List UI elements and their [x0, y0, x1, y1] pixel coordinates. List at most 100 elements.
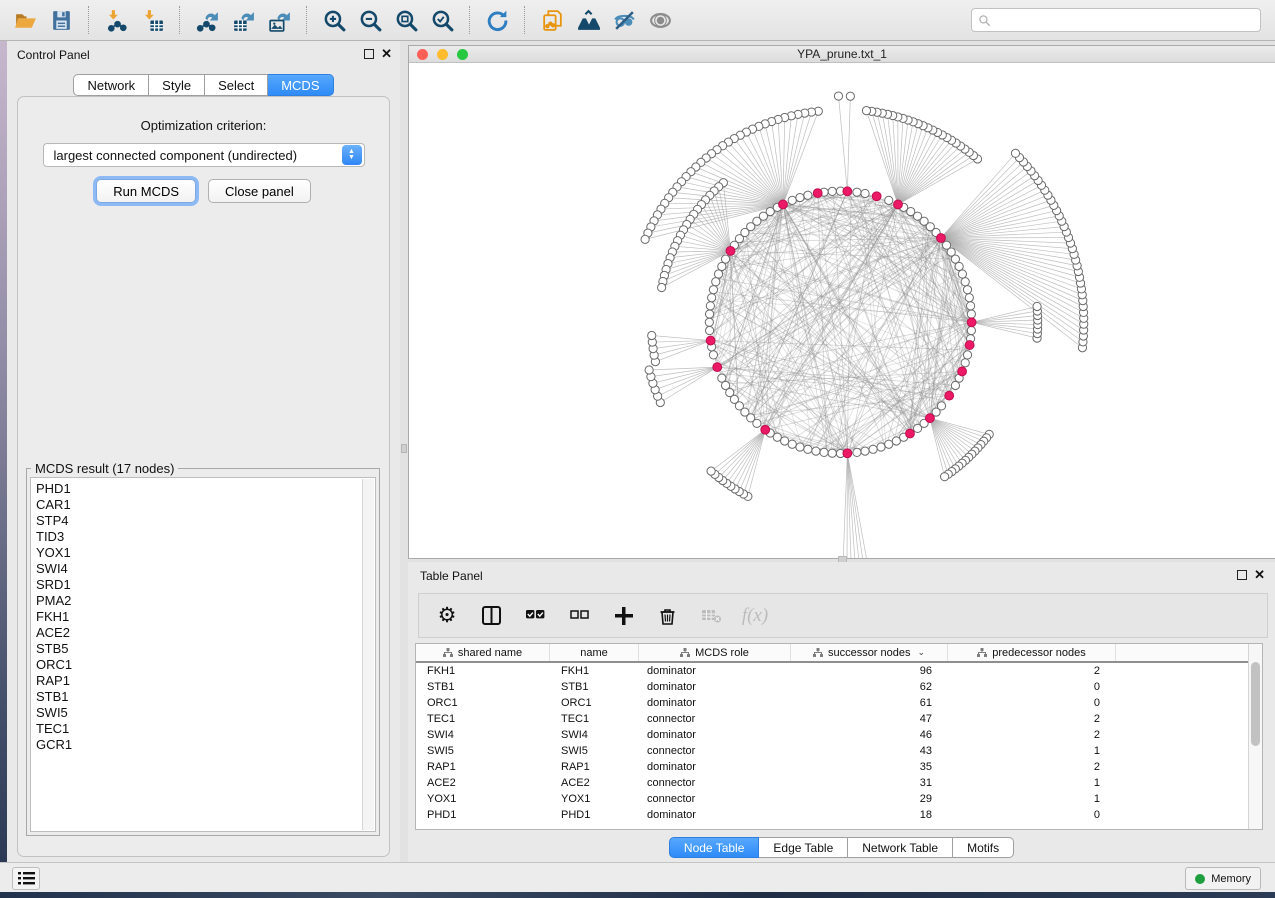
- graph-node[interactable]: [853, 448, 861, 456]
- graph-node[interactable]: [861, 189, 869, 197]
- graph-mcds-node[interactable]: [945, 391, 954, 400]
- export-image-button[interactable]: [264, 5, 294, 35]
- mcds-list-item[interactable]: STB5: [36, 641, 375, 657]
- close-panel-icon[interactable]: ✕: [381, 49, 392, 59]
- graph-node[interactable]: [877, 443, 885, 451]
- table-row[interactable]: RAP1RAP1dominator352: [416, 759, 1262, 775]
- graph-mcds-node[interactable]: [843, 449, 852, 458]
- table-row[interactable]: ORC1ORC1dominator610: [416, 695, 1262, 711]
- graph-node[interactable]: [885, 440, 893, 448]
- mcds-list-item[interactable]: STB1: [36, 689, 375, 705]
- search-field[interactable]: [995, 13, 1254, 27]
- graph-mcds-node[interactable]: [706, 336, 715, 345]
- mcds-list-item[interactable]: CAR1: [36, 497, 375, 513]
- graph-node[interactable]: [804, 191, 812, 199]
- graph-node[interactable]: [709, 286, 717, 294]
- mcds-list-item[interactable]: ACE2: [36, 625, 375, 641]
- graph-node[interactable]: [1033, 302, 1041, 310]
- graph-node[interactable]: [958, 270, 966, 278]
- graph-node[interactable]: [706, 302, 714, 310]
- criterion-select[interactable]: largest connected component (undirected)…: [43, 143, 365, 167]
- list-scrollbar[interactable]: [362, 479, 374, 830]
- mcds-list-item[interactable]: STP4: [36, 513, 375, 529]
- graph-node[interactable]: [788, 196, 796, 204]
- graph-mcds-node[interactable]: [761, 425, 770, 434]
- network-graph[interactable]: [409, 63, 1275, 559]
- table-row[interactable]: FKH1FKH1dominator962: [416, 663, 1262, 679]
- graph-mcds-node[interactable]: [967, 318, 976, 327]
- add-column-button[interactable]: [611, 604, 635, 628]
- graph-node[interactable]: [708, 294, 716, 302]
- graph-node[interactable]: [828, 187, 836, 195]
- run-mcds-button[interactable]: Run MCDS: [96, 179, 196, 203]
- graph-node[interactable]: [804, 445, 812, 453]
- mcds-list-item[interactable]: TEC1: [36, 721, 375, 737]
- mcds-list-item[interactable]: TID3: [36, 529, 375, 545]
- tab-network[interactable]: Network: [73, 74, 149, 96]
- graph-node[interactable]: [967, 310, 975, 318]
- graph-mcds-node[interactable]: [926, 414, 935, 423]
- float-panel-icon[interactable]: [1237, 570, 1247, 580]
- mcds-list-item[interactable]: RAP1: [36, 673, 375, 689]
- scrollbar-thumb[interactable]: [1251, 662, 1260, 746]
- show-eye-button[interactable]: [645, 5, 675, 35]
- graph-mcds-node[interactable]: [958, 367, 967, 376]
- graph-node[interactable]: [753, 419, 761, 427]
- graph-node[interactable]: [812, 447, 820, 455]
- graph-mcds-node[interactable]: [713, 363, 722, 372]
- mcds-list-item[interactable]: SRD1: [36, 577, 375, 593]
- status-menu-button[interactable]: [12, 867, 40, 890]
- mcds-list-item[interactable]: ORC1: [36, 657, 375, 673]
- graph-node[interactable]: [788, 440, 796, 448]
- graph-node[interactable]: [714, 270, 722, 278]
- graph-node[interactable]: [641, 235, 649, 243]
- close-panel-icon[interactable]: ✕: [1254, 570, 1265, 580]
- graph-mcds-node[interactable]: [906, 429, 915, 438]
- graph-mcds-node[interactable]: [843, 187, 852, 196]
- graph-node[interactable]: [965, 294, 973, 302]
- graph-node[interactable]: [941, 473, 949, 481]
- graph-node[interactable]: [862, 107, 870, 115]
- tab-select[interactable]: Select: [205, 74, 268, 96]
- graph-mcds-node[interactable]: [894, 200, 903, 209]
- zoom-selected-button[interactable]: [427, 5, 457, 35]
- graph-node[interactable]: [707, 467, 715, 475]
- graph-mcds-node[interactable]: [726, 246, 735, 255]
- graph-node[interactable]: [712, 278, 720, 286]
- hide-glasses-button[interactable]: [609, 5, 639, 35]
- graph-node[interactable]: [853, 188, 861, 196]
- tab-edge-table[interactable]: Edge Table: [759, 837, 848, 858]
- table-row[interactable]: SWI5SWI5connector431: [416, 743, 1262, 759]
- graph-node[interactable]: [861, 447, 869, 455]
- tab-network-table[interactable]: Network Table: [848, 837, 953, 858]
- graph-node[interactable]: [709, 351, 717, 359]
- maximize-window-icon[interactable]: [457, 49, 468, 60]
- import-table-button[interactable]: [137, 5, 167, 35]
- zoom-fit-button[interactable]: [391, 5, 421, 35]
- import-network-button[interactable]: [101, 5, 131, 35]
- graph-node[interactable]: [658, 283, 666, 291]
- find-button[interactable]: [573, 5, 603, 35]
- mcds-result-list[interactable]: PHD1CAR1STP4TID3YOX1SWI4SRD1PMA2FKH1ACE2…: [30, 477, 376, 832]
- column-header-predecessor-nodes[interactable]: predecessor nodes: [948, 644, 1116, 661]
- tab-mcds[interactable]: MCDS: [268, 74, 333, 96]
- network-from-selection-button[interactable]: [537, 5, 567, 35]
- mcds-list-item[interactable]: GCR1: [36, 737, 375, 753]
- column-header-successor-nodes[interactable]: successor nodes⌄: [791, 644, 948, 661]
- mcds-list-item[interactable]: SWI5: [36, 705, 375, 721]
- graph-node[interactable]: [796, 443, 804, 451]
- tab-style[interactable]: Style: [149, 74, 205, 96]
- graph-mcds-node[interactable]: [965, 341, 974, 350]
- refresh-button[interactable]: [482, 5, 512, 35]
- graph-node[interactable]: [828, 449, 836, 457]
- column-header-shared-name[interactable]: shared name: [416, 644, 550, 661]
- table-row[interactable]: STB1STB1dominator620: [416, 679, 1262, 695]
- table-row[interactable]: ACE2ACE2connector311: [416, 775, 1262, 791]
- mcds-list-item[interactable]: FKH1: [36, 609, 375, 625]
- open-file-button[interactable]: [10, 5, 40, 35]
- mcds-list-item[interactable]: PMA2: [36, 593, 375, 609]
- search-input[interactable]: [971, 8, 1261, 32]
- close-panel-button[interactable]: Close panel: [208, 179, 311, 203]
- table-row[interactable]: YOX1YOX1connector291: [416, 791, 1262, 807]
- network-window-titlebar[interactable]: YPA_prune.txt_1: [409, 46, 1275, 63]
